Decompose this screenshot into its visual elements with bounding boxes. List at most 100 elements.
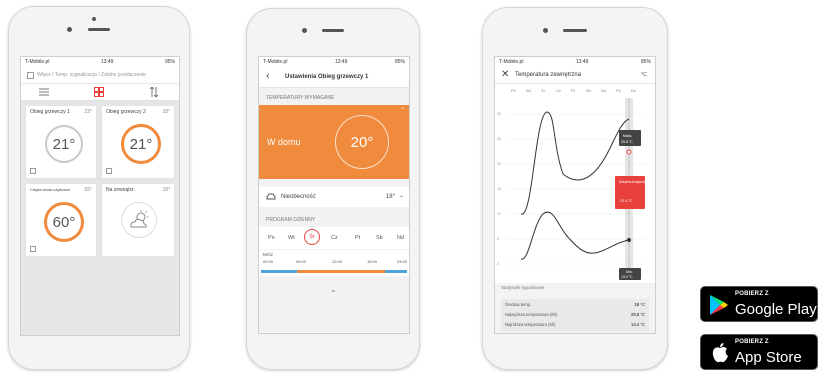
- carrier-label: T-Mobile.pl: [25, 59, 50, 65]
- x-axis-label: Nd: [601, 88, 606, 93]
- stat-label: Najwyższa temperatura (6h): [505, 312, 558, 317]
- apple-icon: [712, 343, 728, 363]
- current-point: [626, 149, 632, 155]
- x-axis-label: Śr: [541, 88, 546, 93]
- page-title: Temperatura zewnętrzna: [515, 72, 582, 78]
- notice-text: Włącz / Temp. sygnalizacja / Zdalne prze…: [37, 72, 146, 78]
- google-play-badge[interactable]: POBIERZ Z Google Play: [700, 286, 818, 322]
- temperature-dial: 21°: [121, 124, 161, 164]
- edit-corner-icon[interactable]: ⌃: [400, 107, 405, 114]
- battery-label: 85%: [394, 59, 405, 65]
- min-label: Min.: [626, 270, 633, 274]
- chevron-down-icon[interactable]: ⌄: [399, 192, 404, 199]
- day-tab-selected[interactable]: Śr: [304, 229, 320, 245]
- phone-1: T-Mobile.pl 13:49 95% Włącz / Temp. sygn…: [8, 6, 190, 370]
- tile-setpoint: 18°: [162, 109, 170, 115]
- timeline-label: Mróz: [263, 252, 273, 257]
- y-axis-label: 25: [497, 137, 501, 141]
- phone-camera: [92, 17, 96, 21]
- timeline-bar-night: [385, 270, 407, 273]
- day-label: Śr: [309, 234, 315, 240]
- current-label: Aktualna temperatura: [619, 180, 650, 184]
- tile-heating-circuit-2[interactable]: Obieg grzewczy 2 18° 21°: [101, 105, 175, 179]
- google-play-icon: [710, 295, 728, 315]
- phone-2-screen: T-Mobile.pl 13:49 85% ‹ Ustawienia Obieg…: [258, 56, 410, 334]
- battery-label: 85%: [640, 59, 651, 65]
- carrier-label: T-Mobile.pl: [499, 59, 524, 65]
- stat-label: Najniższa temperatura (6h): [505, 322, 556, 327]
- y-axis-label: 20: [497, 162, 501, 166]
- back-icon[interactable]: ‹: [266, 70, 270, 82]
- mode-card-home[interactable]: W domu 20° ⌃: [259, 105, 409, 179]
- day-tab[interactable]: Nd: [397, 235, 404, 241]
- x-axis-label: Cz: [556, 88, 561, 93]
- max-value: 25.8 °C: [621, 140, 633, 144]
- phone-speaker: [322, 29, 344, 32]
- tile-hot-water[interactable]: Ciepła woda użytkowa 55° 60°: [25, 183, 97, 257]
- notice-bar[interactable]: Włącz / Temp. sygnalizacja / Zdalne prze…: [21, 67, 179, 84]
- stats-title: Statystyki tygodniowe: [501, 285, 545, 290]
- stat-label: Średnia temp.: [505, 302, 532, 307]
- x-axis-label: Dz: [631, 88, 636, 93]
- battery-label: 95%: [164, 59, 175, 65]
- setpoint-value: 20°: [350, 133, 374, 151]
- status-bar: T-Mobile.pl 13:49 95%: [21, 57, 179, 67]
- chart-header: ✕ Temperatura zewnętrzna °C: [495, 67, 655, 84]
- badge-caption: POBIERZ Z: [735, 291, 769, 297]
- stats-table: Średnia temp. 18 °C Najwyższa temperatur…: [501, 299, 649, 331]
- close-icon[interactable]: ✕: [501, 69, 509, 80]
- timeline-time: 06:00: [296, 259, 307, 264]
- setpoint-ring[interactable]: 20°: [335, 115, 389, 169]
- calendar-icon: [30, 246, 36, 252]
- phone-camera: [67, 27, 72, 32]
- list-icon[interactable]: [39, 88, 49, 96]
- x-axis-label: Pn: [616, 88, 621, 93]
- sort-icon[interactable]: [149, 87, 159, 97]
- phone-3: T-Mobile.pl 13:49 85% ✕ Temperatura zewn…: [482, 7, 668, 370]
- day-tab[interactable]: Pt: [355, 235, 360, 241]
- section-header: PROGRAM DZIENNY: [266, 217, 316, 223]
- stat-value: 25.8 °C: [630, 312, 645, 317]
- series-min-line: [520, 211, 630, 260]
- grid-icon[interactable]: [94, 87, 104, 97]
- expand-chevron-icon[interactable]: ⌄: [330, 285, 337, 294]
- weather-dial: [121, 202, 157, 238]
- calendar-icon: [106, 168, 112, 174]
- mode-label: W domu: [267, 137, 301, 147]
- clock-label: 13:49: [575, 59, 589, 65]
- checkbox-icon[interactable]: [27, 72, 34, 79]
- mode-row-away[interactable]: Nieobecność 18° ⌄: [259, 187, 409, 207]
- unit-toggle[interactable]: °C: [641, 72, 647, 78]
- phone-1-screen: T-Mobile.pl 13:49 95% Włącz / Temp. sygn…: [20, 56, 180, 336]
- day-tab[interactable]: Wt: [288, 235, 295, 241]
- stats-panel: Statystyki tygodniowe Średnia temp. 18 °…: [495, 283, 655, 333]
- tile-heating-circuit-1[interactable]: Obieg grzewczy 1 22° 21°: [25, 105, 97, 179]
- phone-camera: [543, 28, 548, 33]
- tile-setpoint: 22°: [84, 109, 92, 115]
- car-icon: [266, 193, 276, 200]
- page-title: Ustawienia Obieg grzewczy 1: [285, 74, 369, 80]
- clock-label: 13:49: [100, 59, 114, 65]
- section-header: TEMPERATURY WYMAGANE: [266, 95, 335, 101]
- phone-camera: [302, 28, 307, 33]
- app-store-badge[interactable]: POBIERZ Z App Store: [700, 334, 818, 370]
- status-bar: T-Mobile.pl 13:49 85%: [259, 57, 409, 67]
- phone-speaker: [88, 28, 110, 31]
- day-tab[interactable]: Cz: [331, 235, 338, 241]
- timeline-time: 18:00: [367, 259, 378, 264]
- day-tab[interactable]: Pn: [268, 235, 275, 241]
- clock-label: 13:49: [334, 59, 348, 65]
- day-selector: Pn Wt Śr Cz Pt Sb Nd: [259, 227, 409, 249]
- timeline-time: 00:00: [263, 259, 274, 264]
- tile-outside[interactable]: Na zewnątrz 18°: [101, 183, 175, 257]
- tile-setpoint: 18°: [162, 187, 170, 193]
- min-value: 13.3 °C: [621, 275, 633, 279]
- day-timeline[interactable]: Mróz 00:00 06:00 12:00 18:00 24:00: [259, 250, 409, 276]
- calendar-icon: [30, 168, 36, 174]
- max-label: Maks.: [623, 134, 632, 138]
- phone-speaker: [563, 29, 587, 32]
- mode-label: Nieobecność: [281, 194, 316, 200]
- dial-value: 21°: [129, 135, 153, 153]
- day-tab[interactable]: Sb: [376, 235, 383, 241]
- y-axis-label: 30: [497, 112, 501, 116]
